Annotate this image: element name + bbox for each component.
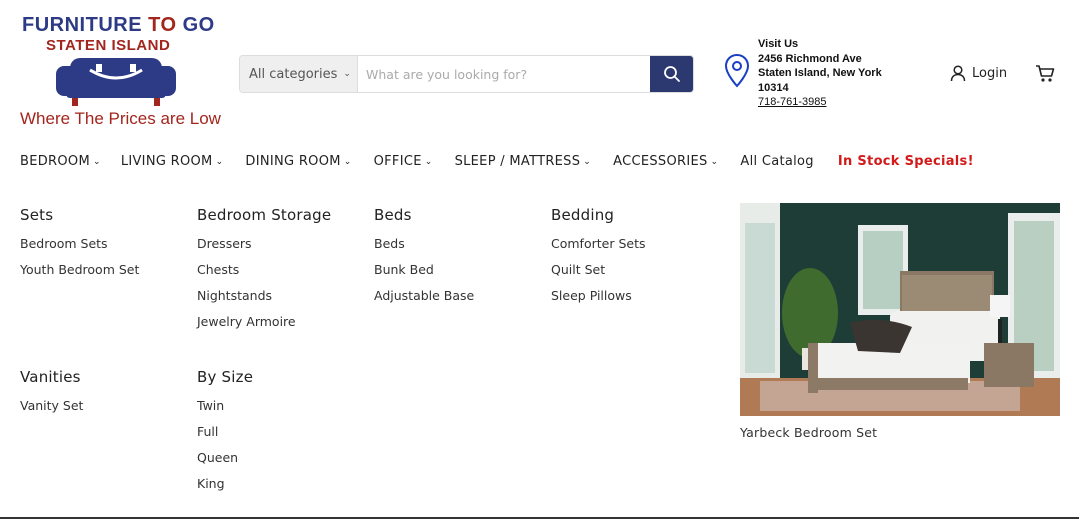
nav-all-catalog[interactable]: All Catalog xyxy=(740,154,813,169)
menu-link-comforter-sets[interactable]: Comforter Sets xyxy=(551,236,645,262)
menu-link-jewelry-armoire[interactable]: Jewelry Armoire xyxy=(197,314,331,340)
logo-title: FURNITURE TO GO xyxy=(22,14,215,36)
menu-link-bunk-bed[interactable]: Bunk Bed xyxy=(374,262,474,288)
featured-bedroom-image[interactable] xyxy=(740,203,1060,416)
sofa-icon xyxy=(56,58,176,106)
nav-accessories[interactable]: ACCESSORIES ⌄ xyxy=(613,154,718,169)
visit-heading: Visit Us xyxy=(758,38,799,50)
nav-bedroom[interactable]: BEDROOM ⌄ xyxy=(20,154,101,169)
logo-tagline: Where The Prices are Low xyxy=(20,109,221,128)
menu-link-adjustable-base[interactable]: Adjustable Base xyxy=(374,288,474,314)
login-link[interactable]: Login xyxy=(950,65,1007,82)
search-icon xyxy=(663,66,680,82)
menu-column-beds: Beds Beds Bunk Bed Adjustable Base xyxy=(374,206,474,314)
menu-column-vanities: Vanities Vanity Set xyxy=(20,368,83,424)
cart-icon xyxy=(1036,65,1055,82)
store-address-line2: Staten Island, New York xyxy=(758,67,882,79)
chevron-down-icon: ⌄ xyxy=(424,156,433,167)
nav-living-room[interactable]: LIVING ROOM ⌄ xyxy=(121,154,224,169)
menu-column-sets: Sets Bedroom Sets Youth Bedroom Set xyxy=(20,206,139,288)
nav-dining-room[interactable]: DINING ROOM ⌄ xyxy=(245,154,351,169)
search-bar: All categories ⌄ xyxy=(239,55,694,93)
store-logo[interactable]: FURNITURE TO GO STATEN ISLAND Where The … xyxy=(18,12,228,132)
menu-link-vanity-set[interactable]: Vanity Set xyxy=(20,398,83,424)
category-select[interactable]: All categories ⌄ xyxy=(240,56,358,92)
chevron-down-icon: ⌄ xyxy=(710,156,719,167)
login-label: Login xyxy=(972,66,1008,81)
menu-heading-sets: Sets xyxy=(20,206,54,224)
menu-heading-by-size: By Size xyxy=(197,368,254,386)
store-zip: 10314 xyxy=(758,81,789,94)
nav-in-stock-specials[interactable]: In Stock Specials! xyxy=(838,154,974,169)
menu-heading-vanities: Vanities xyxy=(20,368,81,386)
menu-link-sleep-pillows[interactable]: Sleep Pillows xyxy=(551,288,645,314)
chevron-down-icon: ⌄ xyxy=(583,156,592,167)
menu-link-nightstands[interactable]: Nightstands xyxy=(197,288,331,314)
chevron-down-icon: ⌄ xyxy=(343,69,351,79)
main-nav: BEDROOM ⌄ LIVING ROOM ⌄ DINING ROOM ⌄ OFFIC… xyxy=(20,154,974,169)
menu-column-bedroom-storage: Bedroom Storage Dressers Chests Nightsta… xyxy=(197,206,331,340)
menu-link-full[interactable]: Full xyxy=(197,424,253,450)
chevron-down-icon: ⌄ xyxy=(343,156,352,167)
category-select-label: All categories xyxy=(249,66,338,82)
menu-link-queen[interactable]: Queen xyxy=(197,450,253,476)
cart-button[interactable] xyxy=(1035,64,1055,87)
menu-link-dressers[interactable]: Dressers xyxy=(197,236,331,262)
search-input[interactable] xyxy=(358,56,650,92)
menu-link-chests[interactable]: Chests xyxy=(197,262,331,288)
menu-heading-bedding: Bedding xyxy=(551,206,615,224)
chevron-down-icon: ⌄ xyxy=(215,156,224,167)
menu-link-twin[interactable]: Twin xyxy=(197,398,253,424)
chevron-down-icon: ⌄ xyxy=(92,156,101,167)
menu-link-bedroom-sets[interactable]: Bedroom Sets xyxy=(20,236,139,262)
site-header: FURNITURE TO GO STATEN ISLAND Where The … xyxy=(0,0,1079,140)
nav-sleep-mattress[interactable]: SLEEP / MATTRESS ⌄ xyxy=(455,154,592,169)
featured-caption[interactable]: Yarbeck Bedroom Set xyxy=(740,425,877,440)
store-phone-link[interactable]: 718-761-3985 xyxy=(758,95,918,110)
nav-office[interactable]: OFFICE ⌄ xyxy=(374,154,433,169)
menu-link-beds[interactable]: Beds xyxy=(374,236,474,262)
menu-link-king[interactable]: King xyxy=(197,476,253,502)
menu-link-quilt-set[interactable]: Quilt Set xyxy=(551,262,645,288)
store-address-line1: 2456 Richmond Ave xyxy=(758,52,862,65)
menu-column-bedding: Bedding Comforter Sets Quilt Set Sleep P… xyxy=(551,206,645,314)
menu-heading-bedroom-storage: Bedroom Storage xyxy=(197,206,332,224)
menu-heading-beds: Beds xyxy=(374,206,412,224)
search-button[interactable] xyxy=(650,56,693,92)
menu-column-by-size: By Size Twin Full Queen King xyxy=(197,368,253,502)
location-pin-icon xyxy=(724,53,750,88)
user-icon xyxy=(950,65,966,82)
menu-link-youth-bedroom-set[interactable]: Youth Bedroom Set xyxy=(20,262,139,288)
